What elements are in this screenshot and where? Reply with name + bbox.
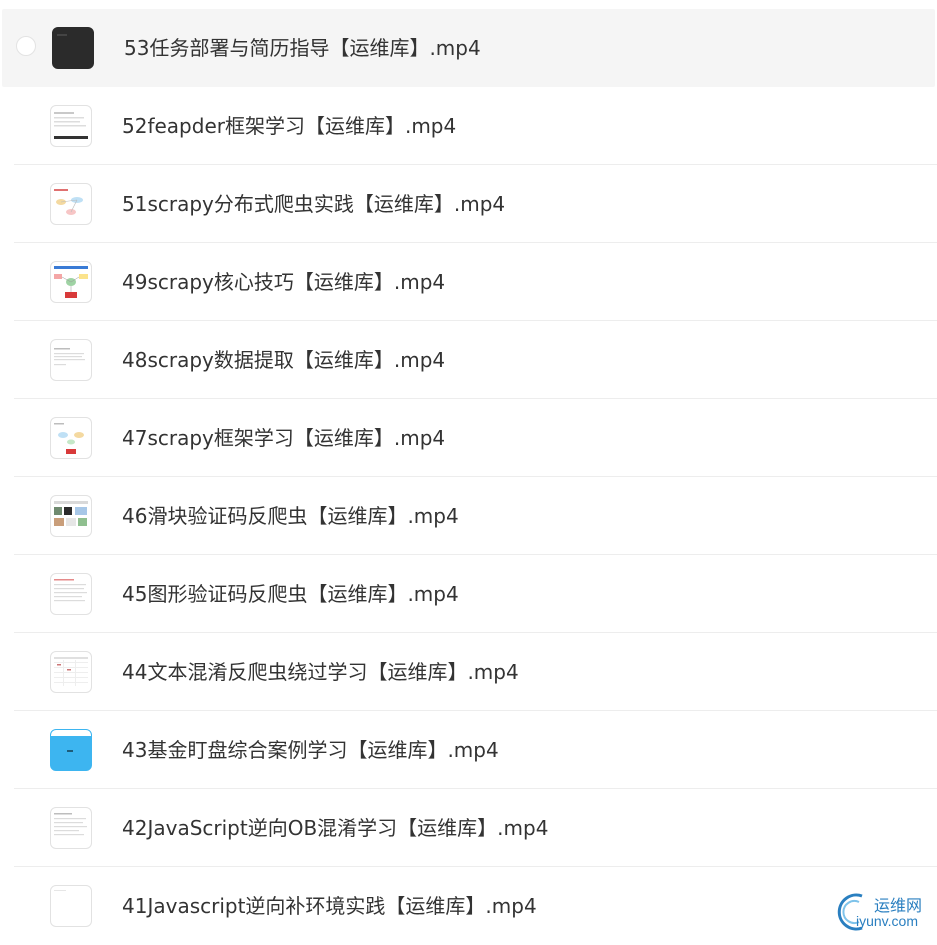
file-row[interactable]: 42JavaScript逆向OB混淆学习【运维库】.mp4 [0,789,937,867]
file-row[interactable]: 47scrapy框架学习【运维库】.mp4 [0,399,937,477]
video-thumbnail [50,105,92,147]
file-name[interactable]: 49scrapy核心技巧【运维库】.mp4 [122,269,445,295]
file-name[interactable]: 43基金盯盘综合案例学习【运维库】.mp4 [122,737,499,763]
file-name[interactable]: 44文本混淆反爬虫绕过学习【运维库】.mp4 [122,659,519,685]
video-thumbnail [50,729,92,771]
watermark: 运维网 iyunv.com [832,888,937,934]
file-list: 53任务部署与简历指导【运维库】.mp4 52feapder框架学习【运维库】.… [0,9,937,945]
file-name[interactable]: 42JavaScript逆向OB混淆学习【运维库】.mp4 [122,815,548,841]
file-row[interactable]: 43基金盯盘综合案例学习【运维库】.mp4 [0,711,937,789]
video-thumbnail [52,27,94,69]
file-row[interactable]: 49scrapy核心技巧【运维库】.mp4 [0,243,937,321]
file-name[interactable]: 45图形验证码反爬虫【运维库】.mp4 [122,581,459,607]
file-row[interactable]: 44文本混淆反爬虫绕过学习【运维库】.mp4 [0,633,937,711]
file-row[interactable]: 45图形验证码反爬虫【运维库】.mp4 [0,555,937,633]
file-row[interactable]: 51scrapy分布式爬虫实践【运维库】.mp4 [0,165,937,243]
file-row[interactable]: 53任务部署与简历指导【运维库】.mp4 [2,9,935,87]
file-row[interactable]: 41Javascript逆向补环境实践【运维库】.mp4 [0,867,937,945]
video-thumbnail [50,339,92,381]
video-thumbnail [50,807,92,849]
video-thumbnail [50,573,92,615]
file-name[interactable]: 48scrapy数据提取【运维库】.mp4 [122,347,445,373]
video-thumbnail [50,885,92,927]
file-name[interactable]: 47scrapy框架学习【运维库】.mp4 [122,425,445,451]
file-name[interactable]: 46滑块验证码反爬虫【运维库】.mp4 [122,503,459,529]
file-name[interactable]: 52feapder框架学习【运维库】.mp4 [122,113,456,139]
file-row[interactable]: 52feapder框架学习【运维库】.mp4 [0,87,937,165]
file-row[interactable]: 46滑块验证码反爬虫【运维库】.mp4 [0,477,937,555]
video-thumbnail [50,495,92,537]
file-row[interactable]: 48scrapy数据提取【运维库】.mp4 [0,321,937,399]
video-thumbnail [50,417,92,459]
file-name[interactable]: 53任务部署与简历指导【运维库】.mp4 [124,35,481,61]
watermark-text-en: iyunv.com [856,913,918,929]
select-radio[interactable] [16,36,36,56]
video-thumbnail [50,261,92,303]
file-name[interactable]: 41Javascript逆向补环境实践【运维库】.mp4 [122,893,537,919]
file-name[interactable]: 51scrapy分布式爬虫实践【运维库】.mp4 [122,191,505,217]
video-thumbnail [50,183,92,225]
video-thumbnail [50,651,92,693]
